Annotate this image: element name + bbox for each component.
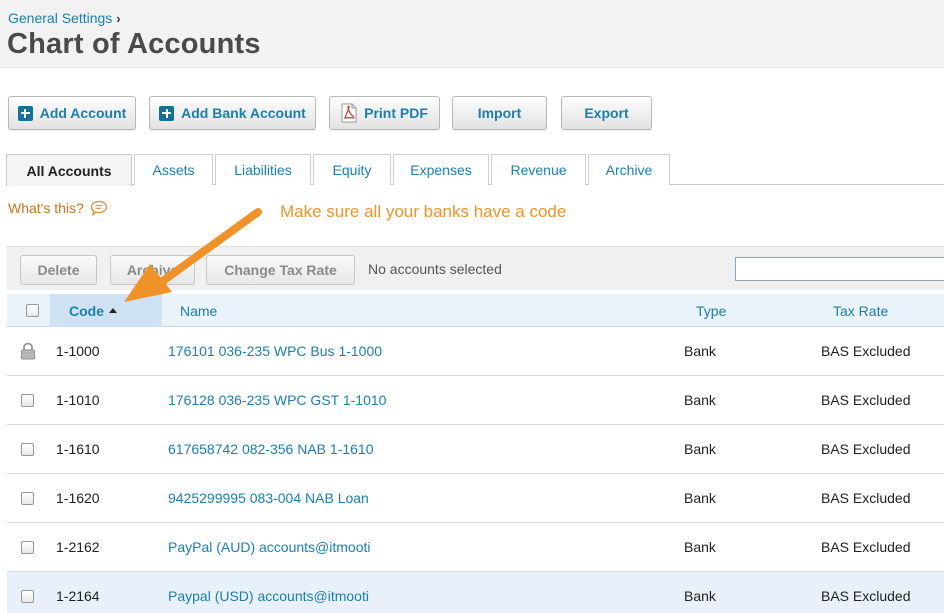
account-type: Bank [684,539,716,555]
account-code: 1-1000 [56,343,100,359]
account-tabs: All Accounts Assets Liabilities Equity E… [6,154,944,186]
table-row[interactable]: 1-1610 617658742 082-356 NAB 1-1610 Bank… [7,425,944,474]
page-title: Chart of Accounts [7,28,261,60]
code-header-label: Code [69,302,104,319]
selection-status: No accounts selected [368,261,502,277]
print-pdf-button[interactable]: Print PDF [329,96,440,130]
tab-archive[interactable]: Archive [588,154,670,185]
actions-bar: Delete Archive Change Tax Rate No accoun… [7,246,944,290]
plus-icon [17,105,33,121]
tab-expenses[interactable]: Expenses [393,154,489,185]
export-label: Export [584,105,629,121]
column-header-tax-rate[interactable]: Tax Rate [833,294,888,327]
table-row[interactable]: 1-1010 176128 036-235 WPC GST 1-1010 Ban… [7,376,944,425]
checkbox[interactable] [21,491,34,505]
account-type: Bank [684,588,716,604]
checkbox[interactable] [21,540,34,554]
row-lock [20,327,36,375]
table-header: Code Name Type Tax Rate [7,294,944,327]
whats-this-link[interactable]: What's this? [8,200,108,216]
account-type: Bank [684,441,716,457]
search-input[interactable] [735,257,944,281]
account-name-link[interactable]: 176101 036-235 WPC Bus 1-1000 [168,327,382,375]
breadcrumb-general-settings[interactable]: General Settings [8,10,112,26]
checkbox[interactable] [21,589,34,603]
tab-assets[interactable]: Assets [134,154,213,185]
annotation-text: Make sure all your banks have a code [280,202,567,221]
account-code: 1-1010 [56,392,100,408]
account-name-link[interactable]: Paypal (USD) accounts@itmooti [168,572,369,613]
export-button[interactable]: Export [561,96,652,130]
account-name-link[interactable]: 9425299995 083-004 NAB Loan [168,474,369,522]
archive-button[interactable]: Archive [110,255,195,285]
tab-all-accounts[interactable]: All Accounts [6,154,132,186]
table-row[interactable]: 1-2162 PayPal (AUD) accounts@itmooti Ban… [7,523,944,572]
table-row[interactable]: 1-1620 9425299995 083-004 NAB Loan Bank … [7,474,944,523]
column-header-code[interactable]: Code [50,294,162,327]
account-code: 1-2164 [56,588,100,604]
import-label: Import [477,105,522,121]
account-type: Bank [684,392,716,408]
column-header-name[interactable]: Name [180,294,217,327]
add-account-label: Add Account [39,105,127,121]
add-account-button[interactable]: Add Account [8,96,136,130]
account-name-link[interactable]: 617658742 082-356 NAB 1-1610 [168,425,374,473]
account-tax-rate: BAS Excluded [821,588,911,604]
print-pdf-label: Print PDF [364,105,428,121]
chevron-right-icon: › [116,11,121,26]
whats-this-label: What's this? [8,200,84,216]
lock-icon [21,342,35,360]
account-type: Bank [684,490,716,506]
breadcrumb[interactable]: General Settings › [8,10,121,26]
table-row[interactable]: 1-1000 176101 036-235 WPC Bus 1-1000 Ban… [7,327,944,376]
column-header-type[interactable]: Type [696,294,726,327]
checkbox[interactable] [21,393,34,407]
plus-icon [159,105,175,121]
change-tax-rate-button[interactable]: Change Tax Rate [206,255,355,285]
add-bank-account-button[interactable]: Add Bank Account [149,96,316,130]
table-row[interactable]: 1-2164 Paypal (USD) accounts@itmooti Ban… [7,572,944,613]
account-code: 1-2162 [56,539,100,555]
speech-bubble-icon [90,200,108,216]
sort-ascending-icon [109,308,117,313]
account-type: Bank [684,343,716,359]
select-all-checkbox[interactable] [26,294,39,327]
checkbox[interactable] [26,304,39,317]
account-tax-rate: BAS Excluded [821,343,911,359]
delete-button[interactable]: Delete [20,255,97,285]
add-bank-account-label: Add Bank Account [181,105,306,121]
row-checkbox[interactable] [21,474,34,522]
tab-liabilities[interactable]: Liabilities [215,154,311,185]
pdf-icon [341,103,357,123]
tab-revenue[interactable]: Revenue [491,154,586,185]
row-checkbox[interactable] [21,376,34,424]
account-name-link[interactable]: PayPal (AUD) accounts@itmooti [168,523,371,571]
account-code: 1-1620 [56,490,100,506]
tab-equity[interactable]: Equity [313,154,391,185]
account-name-link[interactable]: 176128 036-235 WPC GST 1-1010 [168,376,386,424]
row-checkbox[interactable] [21,425,34,473]
row-checkbox[interactable] [21,572,34,613]
account-tax-rate: BAS Excluded [821,392,911,408]
row-checkbox[interactable] [21,523,34,571]
account-tax-rate: BAS Excluded [821,539,911,555]
page-header: General Settings › Chart of Accounts [0,0,944,68]
checkbox[interactable] [21,442,34,456]
account-tax-rate: BAS Excluded [821,441,911,457]
account-tax-rate: BAS Excluded [821,490,911,506]
import-button[interactable]: Import [452,96,547,130]
account-code: 1-1610 [56,441,100,457]
